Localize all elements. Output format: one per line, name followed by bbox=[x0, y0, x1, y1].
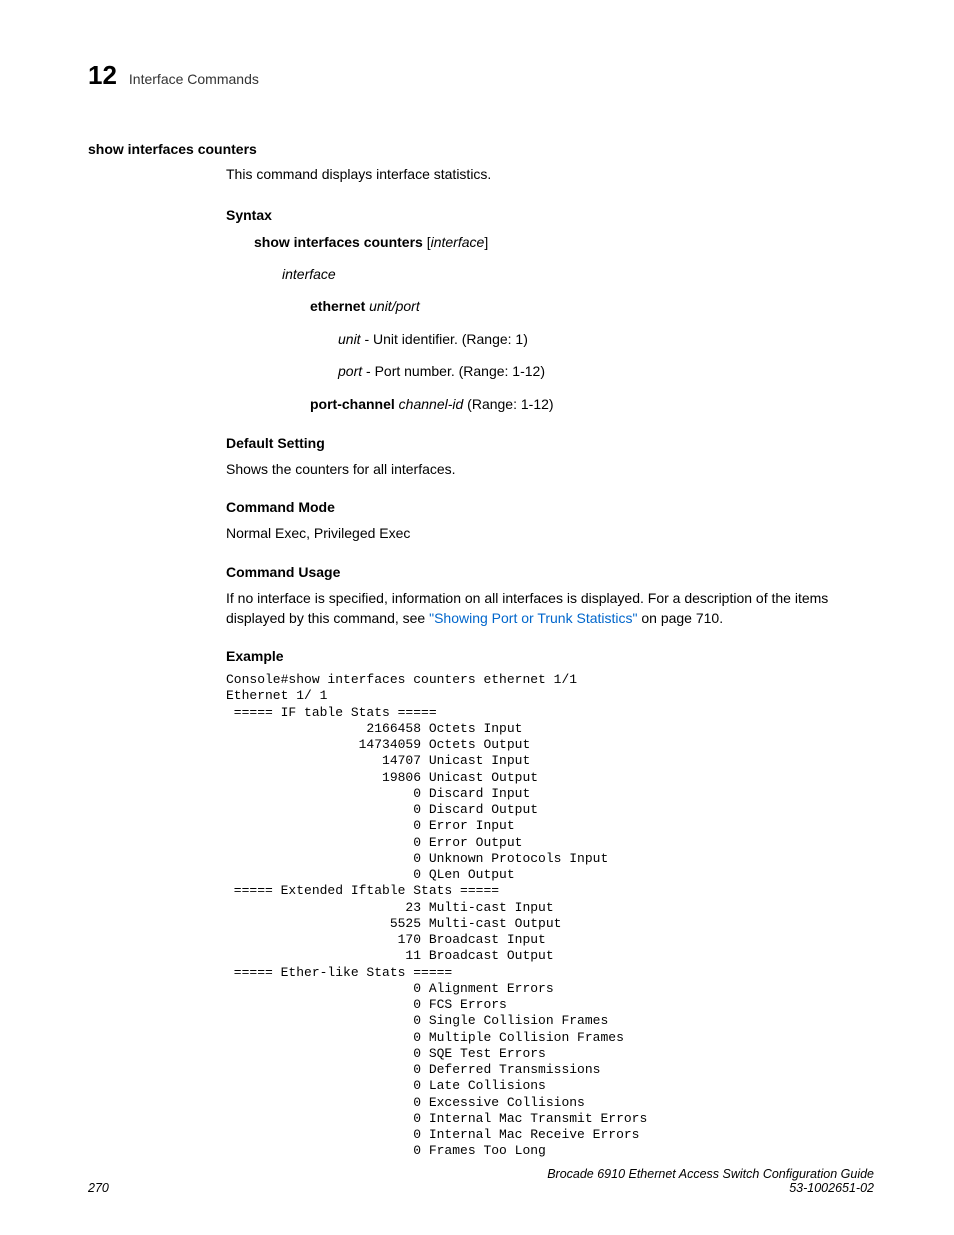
syntax-command-line: show interfaces counters [interface] bbox=[254, 231, 874, 253]
command-description: This command displays interface statisti… bbox=[226, 165, 874, 185]
command-mode-text: Normal Exec, Privileged Exec bbox=[226, 523, 874, 543]
command-usage-post: on page 710. bbox=[637, 610, 723, 626]
syntax-ethernet-args: unit/port bbox=[369, 298, 420, 314]
syntax-portchannel-desc: (Range: 1-12) bbox=[463, 396, 553, 412]
default-setting-heading: Default Setting bbox=[226, 435, 874, 451]
syntax-unit-label: unit bbox=[338, 331, 361, 347]
syntax-port-label: port bbox=[338, 363, 362, 379]
command-title: show interfaces counters bbox=[88, 141, 874, 157]
syntax-ethernet-line: ethernet unit/port bbox=[310, 295, 874, 317]
command-mode-heading: Command Mode bbox=[226, 499, 874, 515]
syntax-portchannel-kw: port-channel bbox=[310, 396, 395, 412]
syntax-ethernet-kw: ethernet bbox=[310, 298, 365, 314]
page-header: 12 Interface Commands bbox=[88, 60, 874, 91]
syntax-command: show interfaces counters bbox=[254, 234, 423, 250]
chapter-title: Interface Commands bbox=[129, 71, 259, 87]
default-setting-text: Shows the counters for all interfaces. bbox=[226, 459, 874, 479]
example-heading: Example bbox=[226, 648, 874, 664]
syntax-bracket-close: ] bbox=[484, 234, 488, 250]
footer-page-number: 270 bbox=[88, 1181, 109, 1195]
syntax-heading: Syntax bbox=[226, 207, 874, 223]
syntax-portchannel-arg: channel-id bbox=[399, 396, 464, 412]
syntax-interface-label: interface bbox=[282, 263, 874, 285]
command-usage-link[interactable]: "Showing Port or Trunk Statistics" bbox=[429, 610, 637, 626]
syntax-portchannel-line: port-channel channel-id (Range: 1-12) bbox=[310, 393, 874, 415]
command-usage-heading: Command Usage bbox=[226, 564, 874, 580]
syntax-unit-desc: - Unit identifier. (Range: 1) bbox=[361, 331, 528, 347]
command-usage-text: If no interface is specified, informatio… bbox=[226, 588, 874, 629]
footer-doc-title: Brocade 6910 Ethernet Access Switch Conf… bbox=[547, 1167, 874, 1181]
footer-doc-id: 53-1002651-02 bbox=[547, 1181, 874, 1195]
example-output: Console#show interfaces counters etherne… bbox=[226, 672, 874, 1160]
syntax-arg: interface bbox=[431, 234, 485, 250]
chapter-number: 12 bbox=[88, 60, 117, 91]
syntax-port-desc: - Port number. (Range: 1-12) bbox=[362, 363, 545, 379]
page-footer: 270 Brocade 6910 Ethernet Access Switch … bbox=[88, 1167, 874, 1195]
syntax-port-line: port - Port number. (Range: 1-12) bbox=[338, 360, 874, 382]
syntax-unit-line: unit - Unit identifier. (Range: 1) bbox=[338, 328, 874, 350]
